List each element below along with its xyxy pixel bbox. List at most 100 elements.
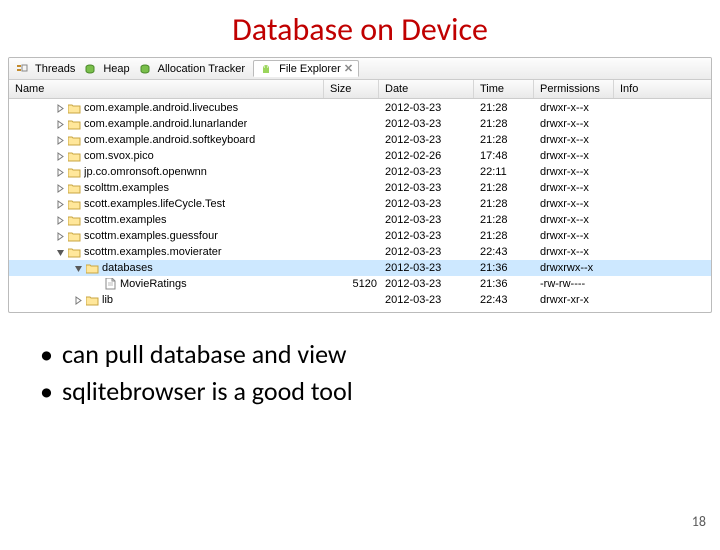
- file-name: com.svox.pico: [84, 148, 154, 164]
- list-item: •can pull database and view: [40, 338, 680, 370]
- table-row[interactable]: MovieRatings 51202012-03-2321:36-rw-rw---…: [9, 276, 711, 292]
- tab-bar: Threads Heap Allocation Tracker File Exp…: [9, 58, 711, 80]
- chevron-right-icon[interactable]: [55, 215, 65, 225]
- tab-label: File Explorer: [279, 63, 341, 75]
- folder-icon: [67, 231, 81, 242]
- file-name: com.example.android.livecubes: [84, 100, 238, 116]
- cell-date: 2012-03-23: [385, 196, 480, 212]
- folder-icon: [67, 151, 81, 162]
- table-row[interactable]: com.example.android.softkeyboard2012-03-…: [9, 132, 711, 148]
- col-info[interactable]: Info: [614, 80, 711, 98]
- folder-icon: [67, 199, 81, 210]
- table-row[interactable]: scottm.examples2012-03-2321:28drwxr-x--x: [9, 212, 711, 228]
- chevron-down-icon[interactable]: [73, 263, 83, 273]
- table-row[interactable]: scott.examples.lifeCycle.Test2012-03-232…: [9, 196, 711, 212]
- folder-icon: [85, 263, 99, 274]
- cell-date: 2012-03-23: [385, 180, 480, 196]
- col-name[interactable]: Name: [9, 80, 324, 98]
- file-name: com.example.android.softkeyboard: [84, 132, 255, 148]
- file-name: scottm.examples.guessfour: [84, 228, 218, 244]
- folder-icon: [67, 135, 81, 146]
- table-row[interactable]: com.svox.pico 2012-02-2617:48drwxr-x--x: [9, 148, 711, 164]
- cell-perm: drwxrwx--x: [540, 260, 620, 276]
- cell-date: 2012-03-23: [385, 276, 480, 292]
- cell-time: 21:28: [480, 100, 540, 116]
- expander-placeholder: [91, 279, 101, 289]
- cell-perm: -rw-rw----: [540, 276, 620, 292]
- table-row[interactable]: scottm.examples.movierater2012-03-2322:4…: [9, 244, 711, 260]
- folder-icon: [67, 183, 81, 194]
- file-name: scottm.examples: [84, 212, 167, 228]
- file-name: scottm.examples.movierater: [84, 244, 222, 260]
- file-tree: com.example.android.livecubes2012-03-232…: [9, 99, 711, 312]
- col-time[interactable]: Time: [474, 80, 534, 98]
- folder-icon: [67, 215, 81, 226]
- cell-time: 21:28: [480, 196, 540, 212]
- folder-icon: [67, 247, 81, 258]
- cell-size: 5120: [330, 276, 385, 292]
- chevron-right-icon[interactable]: [55, 103, 65, 113]
- chevron-right-icon[interactable]: [55, 199, 65, 209]
- file-explorer-panel: Threads Heap Allocation Tracker File Exp…: [8, 57, 712, 313]
- chevron-right-icon[interactable]: [55, 167, 65, 177]
- cell-date: 2012-03-23: [385, 244, 480, 260]
- tab-threads[interactable]: Threads: [15, 63, 75, 75]
- tab-label: Threads: [35, 63, 75, 75]
- page-number: 18: [692, 513, 706, 530]
- cell-time: 22:11: [480, 164, 540, 180]
- col-size[interactable]: Size: [324, 80, 379, 98]
- table-row[interactable]: com.example.android.livecubes 2012-03-232…: [9, 100, 711, 116]
- close-icon[interactable]: ✕: [344, 62, 353, 75]
- col-date[interactable]: Date: [379, 80, 474, 98]
- heap-icon: [138, 63, 152, 75]
- chevron-right-icon[interactable]: [55, 119, 65, 129]
- file-name: lib: [102, 292, 113, 308]
- folder-icon: [67, 167, 81, 178]
- cell-time: 21:28: [480, 116, 540, 132]
- cell-time: 21:28: [480, 180, 540, 196]
- list-item: •sqlitebrowser is a good tool: [40, 375, 680, 407]
- heap-icon: [83, 63, 97, 75]
- cell-date: 2012-03-23: [385, 228, 480, 244]
- file-name: com.example.android.lunarlander: [84, 116, 247, 132]
- file-name: jp.co.omronsoft.openwnn: [84, 164, 207, 180]
- cell-date: 2012-03-23: [385, 260, 480, 276]
- table-row[interactable]: scottm.examples.guessfour 2012-03-2321:28…: [9, 228, 711, 244]
- cell-perm: drwxr-x--x: [540, 116, 620, 132]
- cell-time: 21:28: [480, 228, 540, 244]
- cell-perm: drwxr-x--x: [540, 180, 620, 196]
- file-name: scolttm.examples: [84, 180, 169, 196]
- table-row[interactable]: lib 2012-03-2322:43drwxr-xr-x: [9, 292, 711, 308]
- cell-date: 2012-03-23: [385, 292, 480, 308]
- chevron-right-icon[interactable]: [55, 183, 65, 193]
- cell-perm: drwxr-x--x: [540, 228, 620, 244]
- cell-perm: drwxr-xr-x: [540, 292, 620, 308]
- cell-time: 17:48: [480, 148, 540, 164]
- table-row[interactable]: jp.co.omronsoft.openwnn2012-03-2322:11dr…: [9, 164, 711, 180]
- cell-perm: drwxr-x--x: [540, 212, 620, 228]
- tab-file-explorer[interactable]: File Explorer ✕: [253, 60, 359, 77]
- tab-alloc[interactable]: Allocation Tracker: [138, 63, 245, 75]
- chevron-down-icon[interactable]: [55, 247, 65, 257]
- cell-date: 2012-02-26: [385, 148, 480, 164]
- table-row[interactable]: databases2012-03-2321:36drwxrwx--x: [9, 260, 711, 276]
- cell-time: 21:28: [480, 132, 540, 148]
- chevron-right-icon[interactable]: [55, 151, 65, 161]
- cell-time: 22:43: [480, 292, 540, 308]
- file-name: MovieRatings: [120, 276, 187, 292]
- android-icon: [259, 63, 273, 75]
- chevron-right-icon[interactable]: [55, 231, 65, 241]
- cell-date: 2012-03-23: [385, 100, 480, 116]
- cell-perm: drwxr-x--x: [540, 164, 620, 180]
- slide-title: Database on Device: [0, 10, 720, 49]
- cell-perm: drwxr-x--x: [540, 148, 620, 164]
- folder-icon: [85, 295, 99, 306]
- cell-time: 21:28: [480, 212, 540, 228]
- table-row[interactable]: scolttm.examples 2012-03-2321:28drwxr-x--…: [9, 180, 711, 196]
- chevron-right-icon[interactable]: [73, 295, 83, 305]
- chevron-right-icon[interactable]: [55, 135, 65, 145]
- cell-time: 21:36: [480, 276, 540, 292]
- col-permissions[interactable]: Permissions: [534, 80, 614, 98]
- tab-heap[interactable]: Heap: [83, 63, 129, 75]
- table-row[interactable]: com.example.android.lunarlander2012-03-2…: [9, 116, 711, 132]
